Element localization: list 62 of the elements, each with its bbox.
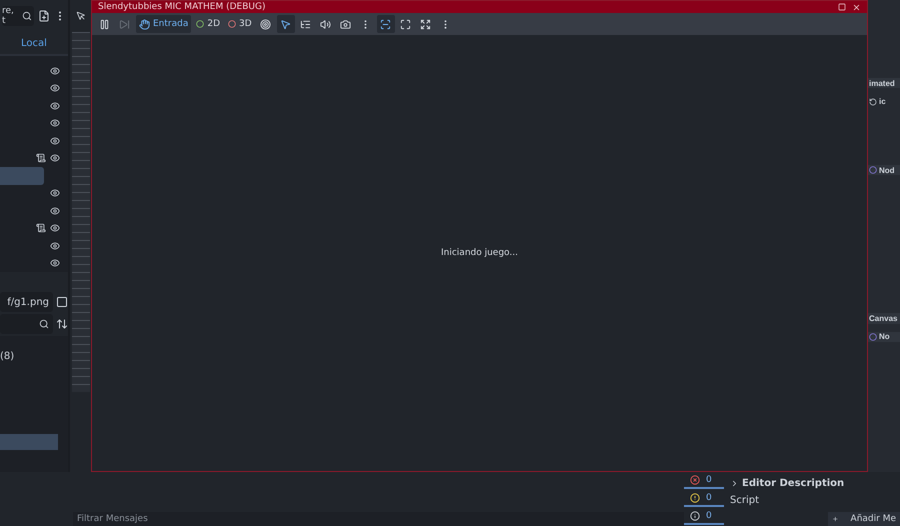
counter-button[interactable]: 0	[684, 490, 724, 507]
eye-icon[interactable]	[50, 153, 60, 164]
sort-icon[interactable]	[56, 318, 68, 330]
search-field[interactable]	[0, 314, 53, 334]
mode-button[interactable]: 3D	[225, 15, 255, 33]
section-header: Canvas	[868, 313, 900, 324]
mode-button[interactable]: Entrada	[136, 15, 192, 33]
eye-icon[interactable]	[50, 136, 60, 146]
search-field[interactable]: re, t	[2, 6, 34, 26]
path-field[interactable]: f/g1.png	[0, 292, 53, 312]
property-label: ic	[868, 96, 900, 107]
chevron-icon[interactable]	[730, 479, 739, 488]
add-button[interactable]: Añadir Me	[828, 512, 900, 526]
scan-icon	[380, 18, 391, 30]
counter-button[interactable]: 0	[684, 508, 724, 525]
pointer-icon	[280, 18, 291, 30]
eye-icon[interactable]	[50, 223, 60, 234]
corners-icon	[400, 18, 411, 30]
window-icon[interactable]	[56, 296, 68, 308]
eye-icon[interactable]	[50, 188, 60, 198]
tool-button[interactable]	[376, 15, 395, 33]
eye-icon[interactable]	[50, 206, 60, 216]
section-header: Nod	[868, 164, 900, 176]
pause-icon	[99, 18, 110, 30]
expand-icon	[420, 18, 431, 30]
error-icon	[690, 474, 700, 484]
eye-icon[interactable]	[50, 258, 60, 268]
eye-icon[interactable]	[50, 66, 60, 76]
eye-icon[interactable]	[50, 240, 60, 251]
search-icon	[22, 11, 32, 21]
script-icon[interactable]	[36, 223, 46, 234]
eye-icon[interactable]	[50, 100, 60, 111]
target-icon	[260, 18, 271, 30]
eye-icon[interactable]	[50, 83, 60, 94]
mode-button[interactable]: 2D	[193, 15, 224, 33]
speaker-icon	[320, 18, 331, 30]
script-icon[interactable]	[36, 153, 46, 164]
status-text: Iniciando juego...	[441, 248, 518, 258]
hand-icon	[139, 18, 150, 30]
search-icon	[39, 319, 49, 329]
file-item[interactable]: (8)	[0, 348, 58, 364]
list-icon	[300, 18, 311, 30]
skip-forward-icon	[119, 18, 130, 30]
filter-field[interactable]: Filtrar Mensajes	[73, 512, 684, 526]
section-header[interactable]: Editor Description	[730, 478, 900, 489]
maximize-icon[interactable]	[838, 3, 846, 11]
section-header: imated	[868, 78, 900, 88]
warning-icon	[690, 492, 700, 502]
eye-icon[interactable]	[50, 118, 60, 128]
section-header: No	[868, 332, 900, 342]
pointer-icon[interactable]	[76, 11, 86, 21]
info-icon	[690, 510, 700, 520]
window-title: Slendytubbies MIC MATHEM (DEBUG)	[98, 2, 266, 12]
property-label: Script	[730, 495, 760, 506]
circle-icon	[869, 166, 877, 174]
plus-icon	[832, 514, 839, 524]
camera-icon	[340, 18, 351, 30]
revert-icon[interactable]	[869, 98, 877, 106]
close-icon[interactable]	[852, 2, 861, 12]
tool-button[interactable]	[276, 15, 295, 33]
circle-icon	[869, 332, 877, 341]
add-script-icon[interactable]	[38, 10, 50, 22]
